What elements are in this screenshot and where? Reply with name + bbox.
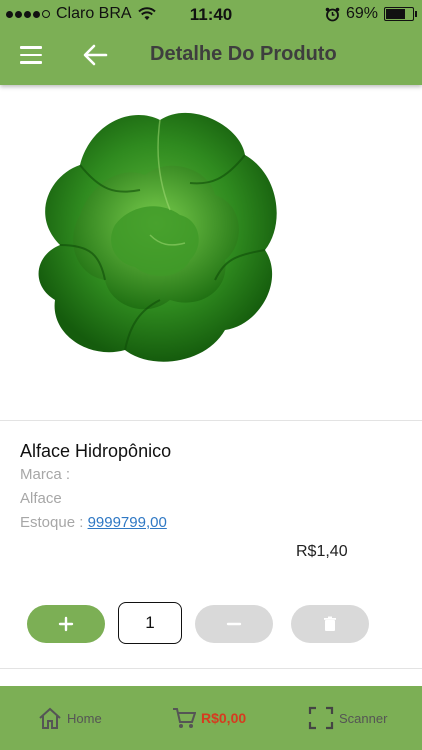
- divider: [0, 420, 422, 421]
- hamburger-icon[interactable]: [20, 46, 42, 64]
- nav-scanner[interactable]: Scanner: [308, 686, 387, 750]
- nav-home-label: Home: [67, 710, 102, 726]
- product-image: [38, 112, 277, 362]
- bottom-nav: Home R$0,00 Scanner: [0, 686, 422, 750]
- cart-total: R$0,00: [201, 710, 247, 726]
- app-bar: Detalhe Do Produto: [0, 28, 422, 85]
- home-icon: [39, 707, 61, 729]
- quantity-input[interactable]: [118, 602, 182, 644]
- battery-percent: 69%: [345, 5, 378, 22]
- top-bar: Claro BRA 11:40 69% Detalhe Do Produto: [0, 0, 422, 85]
- cart-icon: [173, 708, 196, 728]
- scan-icon: [308, 706, 334, 730]
- nav-home[interactable]: Home: [38, 686, 102, 750]
- page-title: Detalhe Do Produto: [150, 43, 337, 65]
- stock-row: Estoque : 9999799,00: [20, 514, 167, 531]
- brand-value: Alface: [20, 490, 62, 507]
- arrow-left-icon[interactable]: [82, 42, 108, 68]
- status-bar: Claro BRA 11:40 69%: [0, 0, 422, 28]
- trash-icon: [324, 616, 336, 631]
- brand-label: Marca :: [20, 466, 71, 483]
- nav-cart[interactable]: R$0,00: [172, 686, 246, 750]
- battery-icon: [384, 7, 417, 21]
- status-right: 69%: [325, 5, 417, 23]
- remove-button[interactable]: [195, 605, 273, 643]
- alarm-icon: [325, 7, 340, 21]
- product-price: R$1,40: [296, 543, 348, 560]
- product-name: Alface Hidropônico: [20, 441, 172, 461]
- stock-label: Estoque :: [20, 514, 84, 531]
- plus-icon: [58, 616, 74, 632]
- add-button[interactable]: [27, 605, 105, 643]
- delete-button[interactable]: [291, 605, 369, 643]
- stock-value-link[interactable]: 9999799,00: [88, 514, 167, 531]
- minus-icon: [226, 622, 242, 626]
- divider-bottom: [0, 668, 422, 669]
- nav-scanner-label: Scanner: [339, 710, 388, 726]
